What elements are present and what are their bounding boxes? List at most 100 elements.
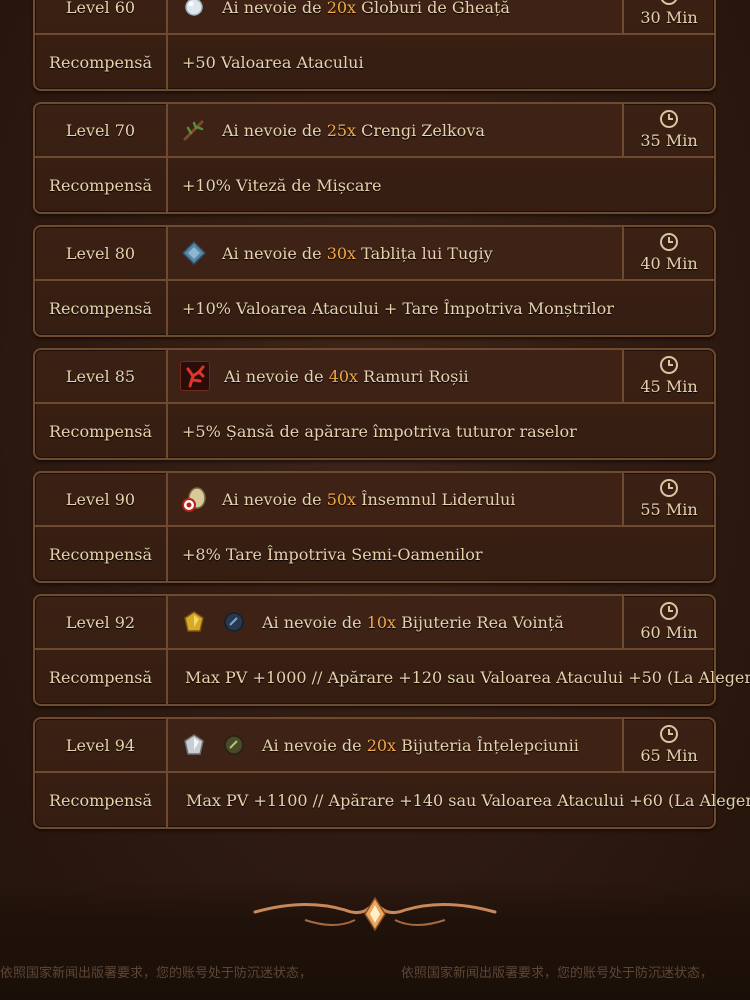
leader-emblem-icon (180, 485, 208, 513)
item-name: Bijuterie Rea Voință (401, 612, 564, 632)
level-label: Level 60 (65, 0, 136, 17)
zelkova-branch-icon (180, 116, 208, 144)
quest-card: Level 60 Ai nevoie de 20x Globuri de Ghe… (33, 0, 716, 91)
requirement-cell: Ai nevoie de 40x Ramuri Roșii (168, 350, 624, 404)
time-label: 35 Min (640, 131, 698, 150)
blue-stone-icon (220, 608, 248, 636)
requirement-text: Ai nevoie de 40x Ramuri Roșii (224, 367, 469, 386)
reward-text: +8% Tare Împotriva Semi-Oamenilor (182, 544, 483, 564)
level-label: Level 80 (65, 243, 136, 263)
ice-orb-icon (180, 0, 208, 21)
reward-label-cell: Recompensă (35, 35, 168, 89)
level-label: Level 70 (65, 120, 136, 140)
time-label: 55 Min (640, 500, 698, 519)
requirement-text: Ai nevoie de 20x Globuri de Gheață (222, 0, 510, 17)
requirement-cell: Ai nevoie de 30x Tablița lui Tugiy (168, 227, 624, 281)
item-name: Globuri de Gheață (361, 0, 510, 17)
reward-cell: Max PV +1000 // Apărare +120 sau Valoare… (168, 650, 750, 704)
level-label: Level 92 (65, 612, 136, 632)
time-cell: 60 Min (624, 596, 714, 650)
level-cell: Level 70 (35, 104, 168, 158)
item-name: Crengi Zelkova (361, 120, 485, 140)
item-name: Tablița lui Tugiy (361, 243, 493, 263)
time-cell: 45 Min (624, 350, 714, 404)
need-prefix: Ai nevoie de (224, 366, 324, 386)
reward-label: Recompensă (48, 52, 153, 72)
reward-text: +10% Valoarea Atacului + Tare Împotriva … (182, 298, 614, 318)
time-label: 30 Min (640, 8, 698, 27)
clock-icon (660, 233, 678, 251)
time-label: 60 Min (640, 623, 698, 642)
quest-card: Level 90 Ai nevoie de 50x Însemnul Lider… (33, 471, 716, 583)
need-prefix: Ai nevoie de (222, 489, 322, 509)
quest-card: Level 80 Ai nevoie de 30x Tablița lui Tu… (33, 225, 716, 337)
level-label: Level 94 (65, 735, 136, 755)
reward-cell: +50 Valoarea Atacului (168, 35, 714, 89)
requirement-cell: Ai nevoie de 20x Bijuteria Înțelepciunii (168, 719, 624, 773)
ornament-divider (253, 896, 497, 932)
requirement-cell: Ai nevoie de 25x Crengi Zelkova (168, 104, 624, 158)
clock-icon (660, 110, 678, 128)
green-stone-icon (220, 731, 248, 759)
time-label: 65 Min (640, 746, 698, 765)
item-amount: 25x (326, 120, 357, 140)
level-cell: Level 90 (35, 473, 168, 527)
reward-label-cell: Recompensă (35, 650, 168, 704)
item-name: Bijuteria Înțelepciunii (401, 735, 579, 755)
reward-label: Recompensă (48, 544, 153, 564)
time-label: 40 Min (640, 254, 698, 273)
requirement-text: Ai nevoie de 10x Bijuterie Rea Voință (262, 613, 564, 632)
reward-cell: +8% Tare Împotriva Semi-Oamenilor (168, 527, 714, 581)
red-coral-icon (180, 361, 210, 391)
gold-gem-icon (180, 608, 208, 636)
item-amount: 10x (366, 612, 397, 632)
reward-label-cell: Recompensă (35, 158, 168, 212)
requirement-cell: Ai nevoie de 10x Bijuterie Rea Voință (168, 596, 624, 650)
clock-icon (660, 0, 678, 5)
reward-text: Max PV +1000 // Apărare +120 sau Valoare… (185, 667, 750, 687)
time-label: 45 Min (640, 377, 698, 396)
clock-icon (660, 602, 678, 620)
reward-label-cell: Recompensă (35, 527, 168, 581)
level-cell: Level 80 (35, 227, 168, 281)
time-cell: 65 Min (624, 719, 714, 773)
level-cell: Level 85 (35, 350, 168, 404)
clock-icon (660, 479, 678, 497)
item-amount: 20x (326, 0, 357, 17)
item-amount: 40x (328, 366, 359, 386)
quest-list: Level 60 Ai nevoie de 20x Globuri de Ghe… (33, 0, 750, 840)
requirement-text: Ai nevoie de 20x Bijuteria Înțelepciunii (262, 736, 579, 755)
reward-label-cell: Recompensă (35, 773, 168, 827)
reward-cell: +10% Valoarea Atacului + Tare Împotriva … (168, 281, 714, 335)
quest-card: Level 85 Ai nevoie de 40x Ramuri Roșii 4… (33, 348, 716, 460)
requirement-text: Ai nevoie de 25x Crengi Zelkova (222, 121, 485, 140)
need-prefix: Ai nevoie de (222, 0, 322, 17)
reward-label: Recompensă (48, 298, 153, 318)
requirement-cell: Ai nevoie de 50x Însemnul Liderului (168, 473, 624, 527)
reward-text: +5% Șansă de apărare împotriva tuturor r… (182, 421, 577, 441)
quest-card: Level 94 Ai nevoie de 20x Bijuteria Înțe… (33, 717, 750, 829)
need-prefix: Ai nevoie de (262, 735, 362, 755)
need-prefix: Ai nevoie de (222, 243, 322, 263)
quest-card: Level 70 Ai nevoie de 25x Crengi Zelkova… (33, 102, 716, 214)
requirement-text: Ai nevoie de 30x Tablița lui Tugiy (222, 244, 493, 263)
time-cell: 40 Min (624, 227, 714, 281)
time-cell: 35 Min (624, 104, 714, 158)
item-amount: 50x (326, 489, 357, 509)
reward-label: Recompensă (48, 790, 153, 810)
reward-text: +50 Valoarea Atacului (182, 52, 364, 72)
item-name: Însemnul Liderului (361, 489, 516, 509)
item-amount: 20x (366, 735, 397, 755)
tablet-icon (180, 239, 208, 267)
requirement-text: Ai nevoie de 50x Însemnul Liderului (222, 490, 515, 509)
reward-text: Max PV +1100 // Apărare +140 sau Valoare… (186, 790, 750, 810)
reward-cell: +10% Viteză de Mișcare (168, 158, 714, 212)
reward-label-cell: Recompensă (35, 281, 168, 335)
level-cell: Level 60 (35, 0, 168, 35)
item-amount: 30x (326, 243, 357, 263)
quest-card: Level 92 Ai nevoie de 10x Bijuterie Rea … (33, 594, 750, 706)
need-prefix: Ai nevoie de (262, 612, 362, 632)
reward-label: Recompensă (48, 667, 153, 687)
anti-addiction-notice: 依照国家新闻出版署要求，您的账号处于防沉迷状态， (0, 966, 313, 981)
reward-label-cell: Recompensă (35, 404, 168, 458)
